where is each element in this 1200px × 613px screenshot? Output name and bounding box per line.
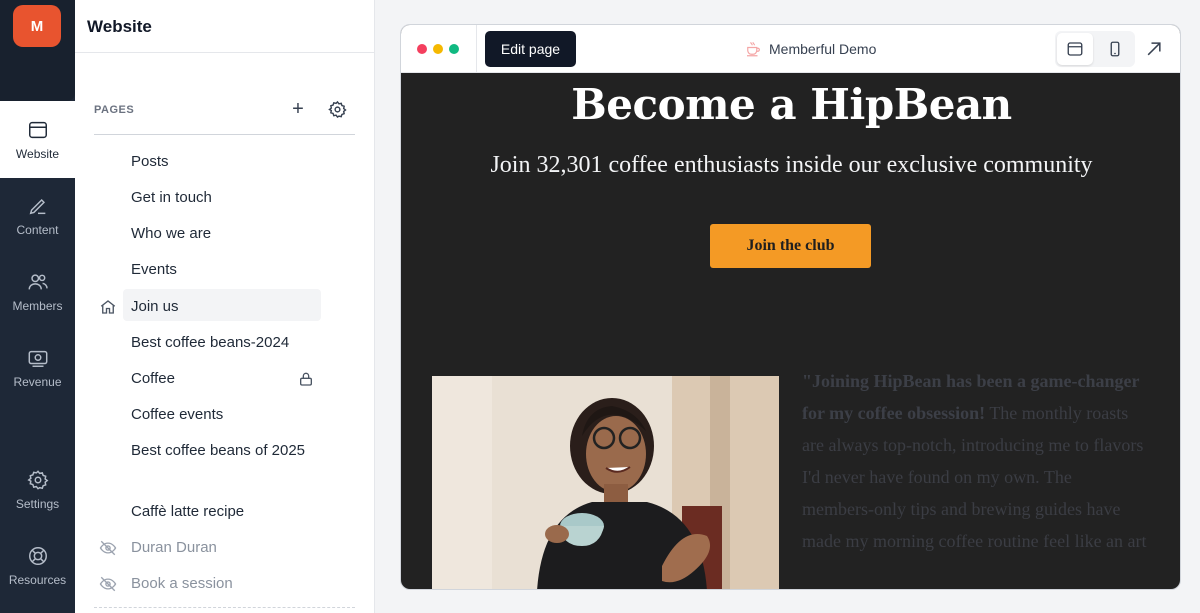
hero-title: Become a HipBean xyxy=(571,80,1012,129)
viewport-toggle xyxy=(1055,31,1135,67)
testimonial-quote: "Joining HipBean has been a game-changer… xyxy=(802,365,1147,557)
page-item-events[interactable]: Events xyxy=(94,258,356,282)
page-label: Events xyxy=(131,261,177,278)
window-dot-red xyxy=(417,44,427,54)
rail-label: Resources xyxy=(8,573,67,587)
browser-window-icon xyxy=(28,121,47,139)
page-label: Book a session xyxy=(131,575,233,592)
page-label: Best coffee beans-2024 xyxy=(131,334,290,351)
rail-label: Website xyxy=(15,147,60,161)
divider xyxy=(476,25,477,73)
page-label: Get in touch xyxy=(131,189,212,206)
page-label: Duran Duran xyxy=(131,539,217,556)
site-name: Memberful Demo xyxy=(744,39,876,59)
page-item-coffee-events[interactable]: Coffee events xyxy=(94,403,356,427)
page-item-coffee[interactable]: Coffee xyxy=(94,367,356,391)
divider xyxy=(75,52,375,53)
desktop-view-button[interactable] xyxy=(1057,33,1093,65)
page-item-book-a-session[interactable]: Book a session xyxy=(94,572,356,596)
divider xyxy=(94,607,355,608)
gear-icon xyxy=(26,470,48,490)
banknote-icon xyxy=(28,350,47,367)
page-label: Best coffee beans of 2025 xyxy=(131,442,306,459)
app-rail: M Website Content Members Revenue Settin… xyxy=(0,0,75,613)
page-item-get-in-touch[interactable]: Get in touch xyxy=(94,186,356,210)
page-preview: Edit page Memberful Demo Become a HipBea… xyxy=(400,24,1181,590)
hero-subtitle: Join 32,301 coffee enthusiasts inside ou… xyxy=(490,152,1093,178)
rail-label: Content xyxy=(16,223,59,237)
page-label: Coffee events xyxy=(131,406,224,423)
mobile-phone-icon xyxy=(1110,41,1120,57)
home-icon xyxy=(100,300,116,314)
rail-item-revenue[interactable]: Revenue xyxy=(0,338,75,398)
coffee-cup-icon xyxy=(747,42,760,57)
preview-toolbar: Edit page Memberful Demo xyxy=(401,25,1180,73)
page-label: Caffè latte recipe xyxy=(131,503,245,520)
page-item-caffe-latte-recipe[interactable]: Caffè latte recipe xyxy=(94,500,356,524)
page-settings-gear-icon[interactable] xyxy=(328,100,347,119)
mobile-view-button[interactable] xyxy=(1097,33,1133,65)
quote-body: The monthly roasts are always top-notch,… xyxy=(802,403,1147,551)
eye-off-icon xyxy=(99,576,117,592)
sidebar-title: Website xyxy=(87,17,152,36)
page-item-duran-duran[interactable]: Duran Duran xyxy=(94,536,356,560)
page-item-who-we-are[interactable]: Who we are xyxy=(94,222,356,246)
desktop-icon xyxy=(1067,42,1083,56)
pages-section-label: PAGES xyxy=(94,104,135,116)
page-label: Posts xyxy=(131,153,169,170)
window-dot-yellow xyxy=(433,44,443,54)
page-label: Coffee xyxy=(131,370,175,387)
edit-page-button[interactable]: Edit page xyxy=(485,31,576,67)
rail-label: Members xyxy=(12,299,63,313)
page-item-best-coffee-beans-2024[interactable]: Best coffee beans-2024 xyxy=(94,331,356,355)
woman-with-coffee-illustration xyxy=(432,376,779,589)
window-dot-green xyxy=(449,44,459,54)
website-sidebar: Website PAGES + Posts Get in touch Who w… xyxy=(75,0,375,613)
rail-item-website[interactable]: Website xyxy=(0,110,75,170)
eye-off-icon xyxy=(99,540,117,556)
open-external-icon[interactable] xyxy=(1144,39,1164,59)
lock-icon xyxy=(300,372,312,386)
page-item-best-coffee-beans-2025[interactable]: Best coffee beans of 2025 xyxy=(94,439,324,463)
page-item-posts[interactable]: Posts xyxy=(94,150,356,174)
lifebuoy-icon xyxy=(28,547,47,565)
rail-label: Settings xyxy=(15,497,60,511)
page-label: Join us xyxy=(131,298,179,315)
divider xyxy=(94,134,355,135)
pencil-icon xyxy=(29,199,45,215)
rail-item-content[interactable]: Content xyxy=(0,186,75,246)
users-icon xyxy=(28,274,48,290)
testimonial-photo xyxy=(432,376,779,589)
page-label: Who we are xyxy=(131,225,212,242)
add-page-button[interactable]: + xyxy=(288,99,308,119)
workspace-logo[interactable]: M xyxy=(13,5,61,47)
rail-label: Revenue xyxy=(13,375,62,389)
rail-item-members[interactable]: Members xyxy=(0,262,75,322)
rail-header: M xyxy=(0,0,75,101)
rail-item-resources[interactable]: Resources xyxy=(0,536,75,596)
join-club-button[interactable]: Join the club xyxy=(710,224,871,268)
rail-item-settings[interactable]: Settings xyxy=(0,460,75,520)
page-item-join-us[interactable]: Join us xyxy=(94,289,356,321)
site-name-label: Memberful Demo xyxy=(769,41,877,57)
